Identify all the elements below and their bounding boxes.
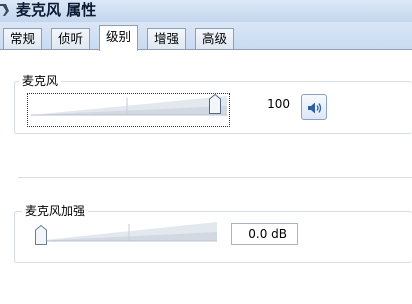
tab-general[interactable]: 常规 bbox=[3, 28, 43, 49]
title-bar: 麦克风 属性 bbox=[0, 0, 412, 22]
tab-levels[interactable]: 级别 bbox=[99, 25, 139, 51]
boost-slider-thumb[interactable] bbox=[35, 225, 47, 245]
microphone-icon bbox=[0, 4, 9, 16]
section-divider bbox=[18, 177, 412, 178]
microphone-level-value: 100 bbox=[267, 97, 290, 111]
microphone-slider-thumb[interactable] bbox=[209, 94, 221, 114]
tab-label: 级别 bbox=[106, 29, 132, 44]
tab-listen[interactable]: 侦听 bbox=[51, 28, 91, 49]
tab-advanced[interactable]: 高级 bbox=[195, 28, 235, 49]
speaker-icon bbox=[308, 102, 322, 114]
tab-enhancements[interactable]: 增强 bbox=[147, 28, 187, 49]
microphone-group-label: 麦克风 bbox=[19, 74, 62, 88]
slider-ramp bbox=[31, 96, 227, 116]
mute-button[interactable] bbox=[301, 94, 327, 120]
boost-value-field: 0.0 dB bbox=[231, 223, 298, 245]
slider-ramp bbox=[35, 222, 217, 242]
tab-label: 常规 bbox=[10, 31, 36, 46]
microphone-level-slider[interactable] bbox=[31, 94, 227, 116]
tab-label: 增强 bbox=[154, 31, 180, 46]
microphone-boost-label: 麦克风加强 bbox=[22, 204, 89, 218]
microphone-boost-slider[interactable] bbox=[35, 220, 217, 242]
window-title: 麦克风 属性 bbox=[16, 1, 97, 19]
tab-label: 侦听 bbox=[58, 31, 84, 46]
tab-label: 高级 bbox=[202, 31, 228, 46]
